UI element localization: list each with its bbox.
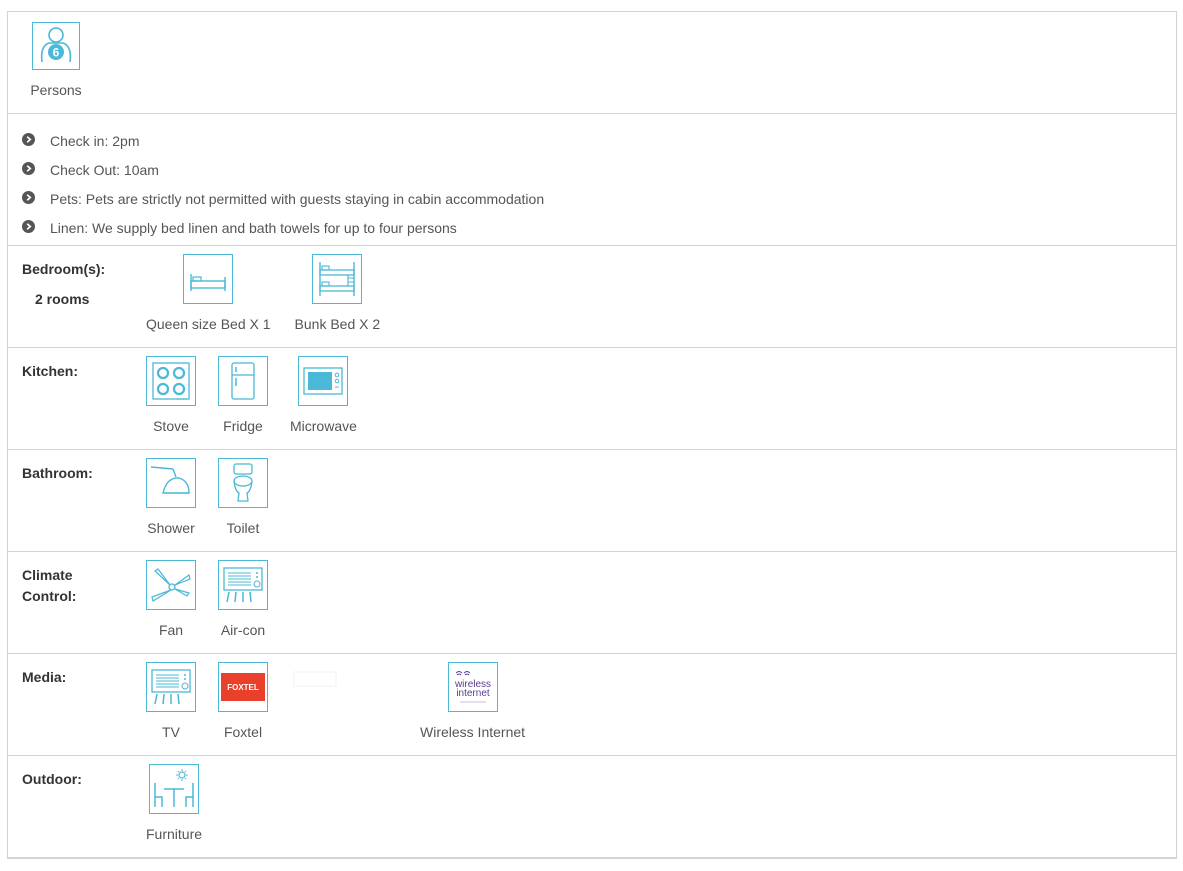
- amenity-label: Fridge: [223, 418, 263, 434]
- amenity-label: Bunk Bed X 2: [294, 316, 381, 332]
- microwave-icon: [298, 356, 349, 406]
- persons-section: 6 Persons: [8, 12, 1176, 114]
- amenity-item: TV: [146, 662, 196, 740]
- info-item-check-out: Check Out: 10am: [22, 156, 1176, 185]
- bedrooms-section: Bedroom(s): 2 rooms Queen size Bed X 1 B…: [8, 246, 1176, 348]
- chevron-right-icon: [22, 191, 35, 204]
- amenity-item: Air-con: [218, 560, 268, 638]
- kitchen-section: Kitchen: Stove Fridge Microwave: [8, 348, 1176, 450]
- amenity-label: Microwave: [290, 418, 357, 434]
- info-list: Check in: 2pm Check Out: 10am Pets: Pets…: [8, 114, 1176, 243]
- foxtel-logo-text: FOXTEL: [227, 683, 259, 692]
- amenity-item: Furniture: [146, 764, 202, 842]
- climate-label-line1: Climate: [22, 567, 73, 583]
- amenity-item: Stove: [146, 356, 196, 434]
- amenity-label: Queen size Bed X 1: [146, 316, 271, 332]
- outdoor-furniture-icon: [149, 764, 200, 814]
- air-con-icon: [218, 560, 268, 610]
- persons-label: Persons: [30, 82, 82, 98]
- amenity-item: Queen size Bed X 1: [146, 254, 271, 332]
- fan-icon: [146, 560, 196, 610]
- amenities-panel: 6 Persons Check in: 2pm Check Out: 10am …: [7, 11, 1177, 859]
- bunk-bed-icon: [312, 254, 363, 304]
- amenity-label: Wireless Internet: [420, 724, 526, 740]
- amenity-item: Microwave: [290, 356, 357, 434]
- amenity-label: Fan: [158, 622, 184, 638]
- info-item-pets: Pets: Pets are strictly not permitted wi…: [22, 185, 1176, 214]
- section-label: Bedroom(s): 2 rooms: [22, 259, 132, 310]
- amenity-item: wireless internet Wireless Internet: [420, 662, 525, 740]
- stove-icon: [146, 356, 196, 406]
- info-text: Check Out: 10am: [50, 162, 159, 178]
- persons-count: 6: [53, 46, 60, 60]
- chevron-right-icon: [22, 133, 35, 146]
- bedroom-items: Queen size Bed X 1 Bunk Bed X 2: [146, 254, 402, 332]
- amenity-label: Stove: [153, 418, 189, 434]
- outdoor-section: Outdoor: Furniture: [8, 756, 1176, 857]
- queen-bed-icon: [183, 254, 234, 304]
- amenity-label: Air-con: [220, 622, 266, 638]
- amenity-item: Fan: [146, 560, 196, 638]
- outdoor-items: Furniture: [146, 764, 224, 842]
- bathroom-section: Bathroom: Shower Toilet: [8, 450, 1176, 552]
- amenity-item: Toilet: [218, 458, 268, 536]
- amenity-item: [290, 662, 340, 740]
- bathroom-label: Bathroom:: [22, 465, 93, 481]
- outdoor-label: Outdoor:: [22, 771, 82, 787]
- toilet-icon: [218, 458, 268, 508]
- chevron-right-icon: [22, 220, 35, 233]
- persons-block: 6 Persons: [30, 22, 86, 98]
- bedrooms-label: Bedroom(s):: [22, 261, 106, 277]
- amenity-item: FOXTEL Foxtel: [218, 662, 268, 740]
- media-items: TV FOXTEL Foxtel wireless internet Wirel…: [146, 662, 547, 740]
- amenity-label: Foxtel: [223, 724, 263, 740]
- fridge-icon: [218, 356, 268, 406]
- info-text: Linen: We supply bed linen and bath towe…: [50, 220, 457, 236]
- faded-placeholder-icon: [290, 662, 340, 712]
- amenity-label: Furniture: [146, 826, 203, 842]
- kitchen-label: Kitchen:: [22, 363, 78, 379]
- wireless-internet-icon: wireless internet: [447, 662, 498, 712]
- foxtel-logo-icon: FOXTEL: [218, 662, 268, 712]
- amenity-item: Fridge: [218, 356, 268, 434]
- shower-icon: [146, 458, 196, 508]
- tv-icon: [146, 662, 196, 712]
- info-text: Pets: Pets are strictly not permitted wi…: [50, 191, 545, 207]
- amenity-item: Bunk Bed X 2: [294, 254, 381, 332]
- amenity-label: Toilet: [226, 520, 260, 536]
- info-text: Check in: 2pm: [50, 133, 140, 149]
- climate-items: Fan Air-con: [146, 560, 290, 638]
- media-label: Media:: [22, 669, 67, 685]
- bedrooms-count: 2 rooms: [35, 291, 90, 307]
- chevron-right-icon: [22, 162, 35, 175]
- info-section: Check in: 2pm Check Out: 10am Pets: Pets…: [8, 114, 1176, 246]
- climate-label: Climate Control:: [22, 565, 132, 607]
- internet-logo-text: internet: [456, 688, 490, 699]
- amenity-item: Shower: [146, 458, 196, 536]
- bathroom-items: Shower Toilet: [146, 458, 290, 536]
- media-section: Media: TV FOXTEL Foxtel wireless interne…: [8, 654, 1176, 756]
- info-item-check-in: Check in: 2pm: [22, 127, 1176, 156]
- persons-icon: 6: [32, 22, 80, 70]
- amenity-label: Shower: [147, 520, 195, 536]
- climate-label-line2: Control:: [22, 588, 77, 604]
- kitchen-items: Stove Fridge Microwave: [146, 356, 379, 434]
- amenity-label: TV: [162, 724, 180, 740]
- climate-section: Climate Control: Fan Air-con: [8, 552, 1176, 654]
- info-item-linen: Linen: We supply bed linen and bath towe…: [22, 214, 1176, 243]
